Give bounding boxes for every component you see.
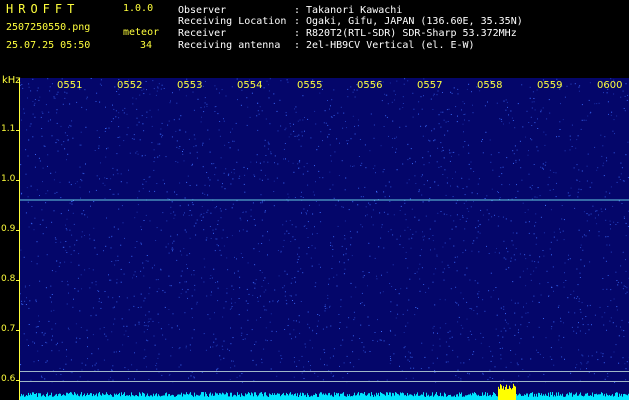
- spectrogram-canvas: [20, 78, 629, 400]
- y-tick-mark: [16, 180, 20, 181]
- x-tick-label: 0554: [237, 80, 263, 91]
- y-tick-label: 0.6: [1, 374, 16, 384]
- info-key-location: Receiving Location: [178, 16, 287, 27]
- y-tick-label: 0.9: [1, 224, 16, 234]
- noise-layer: [20, 78, 629, 383]
- info-value-antenna: 2el-HB9CV Vertical (el. E-W): [306, 40, 475, 51]
- spectrogram-plot: [20, 78, 629, 400]
- baseline-line: [20, 371, 629, 372]
- info-key-receiver: Receiver: [178, 28, 227, 39]
- info-value-receiver: R820T2(RTL-SDR) SDR-Sharp 53.372MHz: [306, 28, 517, 39]
- x-tick-label: 0558: [477, 80, 503, 91]
- y-axis-unit: kHz: [2, 75, 21, 86]
- x-tick-label: 0552: [117, 80, 143, 91]
- app-title: HROFFT: [6, 2, 80, 16]
- hrofft-window: HROFFT 1.0.0 2507250550.png 25.07.25 05:…: [0, 0, 629, 400]
- info-value-location: Ogaki, Gifu, JAPAN (136.60E, 35.35N): [306, 16, 523, 27]
- meteor-count: 34: [140, 40, 153, 51]
- x-tick-label: 0553: [177, 80, 203, 91]
- amplitude-bars: [20, 383, 629, 400]
- y-tick-label: 0.7: [1, 324, 16, 334]
- x-tick-label: 0551: [57, 80, 83, 91]
- info-sep: :: [294, 16, 301, 27]
- x-tick-label: 0555: [297, 80, 323, 91]
- info-key-antenna: Receiving antenna: [178, 40, 281, 51]
- y-tick-label: 1.1: [1, 124, 16, 134]
- info-value-observer: Takanori Kawachi: [306, 5, 403, 16]
- y-tick-mark: [16, 280, 20, 281]
- x-tick-label: 0600: [597, 80, 623, 91]
- baseline-line: [20, 381, 629, 382]
- x-tick-label: 0557: [417, 80, 443, 91]
- filename: 2507250550.png: [6, 22, 91, 33]
- x-tick-label: 0559: [537, 80, 563, 91]
- y-tick-mark: [16, 230, 20, 231]
- y-tick-mark: [16, 330, 20, 331]
- app-version: 1.0.0: [123, 3, 154, 14]
- y-tick-label: 1.0: [1, 174, 16, 184]
- x-tick-label: 0556: [357, 80, 383, 91]
- info-sep: :: [294, 40, 301, 51]
- info-sep: :: [294, 28, 301, 39]
- meteor-label: meteor: [123, 27, 160, 38]
- datetime: 25.07.25 05:50: [6, 40, 91, 51]
- y-axis: [19, 78, 20, 400]
- y-tick-label: 0.8: [1, 274, 16, 284]
- info-key-observer: Observer: [178, 5, 227, 16]
- info-sep: :: [294, 5, 301, 16]
- y-tick-mark: [16, 130, 20, 131]
